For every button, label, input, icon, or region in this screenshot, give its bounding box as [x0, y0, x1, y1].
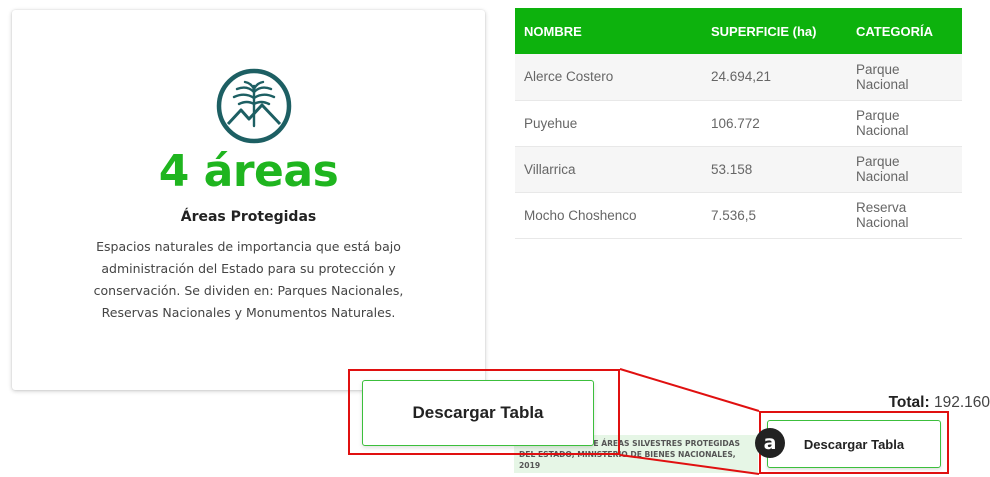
- card-title: Áreas Protegidas: [180, 209, 317, 225]
- total-value: 192.160: [933, 394, 990, 411]
- total-label: Total:: [888, 394, 930, 411]
- araucaria-mountain-icon: [216, 68, 292, 144]
- table-row: Alerce Costero 24.694,21 Parque Nacional: [515, 54, 962, 101]
- cell-nombre: Mocho Choshenco: [515, 192, 702, 239]
- cell-categoria: Reserva Nacional: [847, 192, 962, 239]
- download-table-button[interactable]: Descargar Tabla: [767, 420, 941, 468]
- cell-superficie: 7.536,5: [702, 192, 847, 239]
- cell-nombre: Puyehue: [515, 100, 702, 147]
- column-header-categoria: CATEGORÍA: [847, 8, 962, 54]
- cell-superficie: 106.772: [702, 100, 847, 147]
- areas-count: 4 áreas: [158, 146, 339, 197]
- download-table-button-zoomed[interactable]: Descargar Tabla: [362, 380, 594, 446]
- cell-nombre: Alerce Costero: [515, 54, 702, 101]
- cell-categoria: Parque Nacional: [847, 146, 962, 193]
- cell-nombre: Villarrica: [515, 146, 702, 193]
- callout-badge: a: [755, 428, 785, 458]
- card-description: Espacios naturales de importancia que es…: [93, 239, 404, 320]
- protected-areas-card: 4 áreas Áreas Protegidas Espacios natura…: [12, 10, 485, 390]
- column-header-nombre: NOMBRE: [515, 8, 702, 54]
- table-row: Mocho Choshenco 7.536,5 Reserva Nacional: [515, 192, 962, 239]
- table-total: Total: 192.160: [889, 394, 990, 412]
- column-header-superficie: SUPERFICIE (ha): [702, 8, 847, 54]
- protected-areas-table: NOMBRE SUPERFICIE (ha) CATEGORÍA Alerce …: [515, 8, 962, 239]
- table-header-row: NOMBRE SUPERFICIE (ha) CATEGORÍA: [515, 8, 962, 54]
- cell-categoria: Parque Nacional: [847, 100, 962, 147]
- cell-superficie: 24.694,21: [702, 54, 847, 101]
- table-row: Puyehue 106.772 Parque Nacional: [515, 100, 962, 147]
- table-row: Villarrica 53.158 Parque Nacional: [515, 146, 962, 193]
- cell-categoria: Parque Nacional: [847, 54, 962, 101]
- cell-superficie: 53.158: [702, 146, 847, 193]
